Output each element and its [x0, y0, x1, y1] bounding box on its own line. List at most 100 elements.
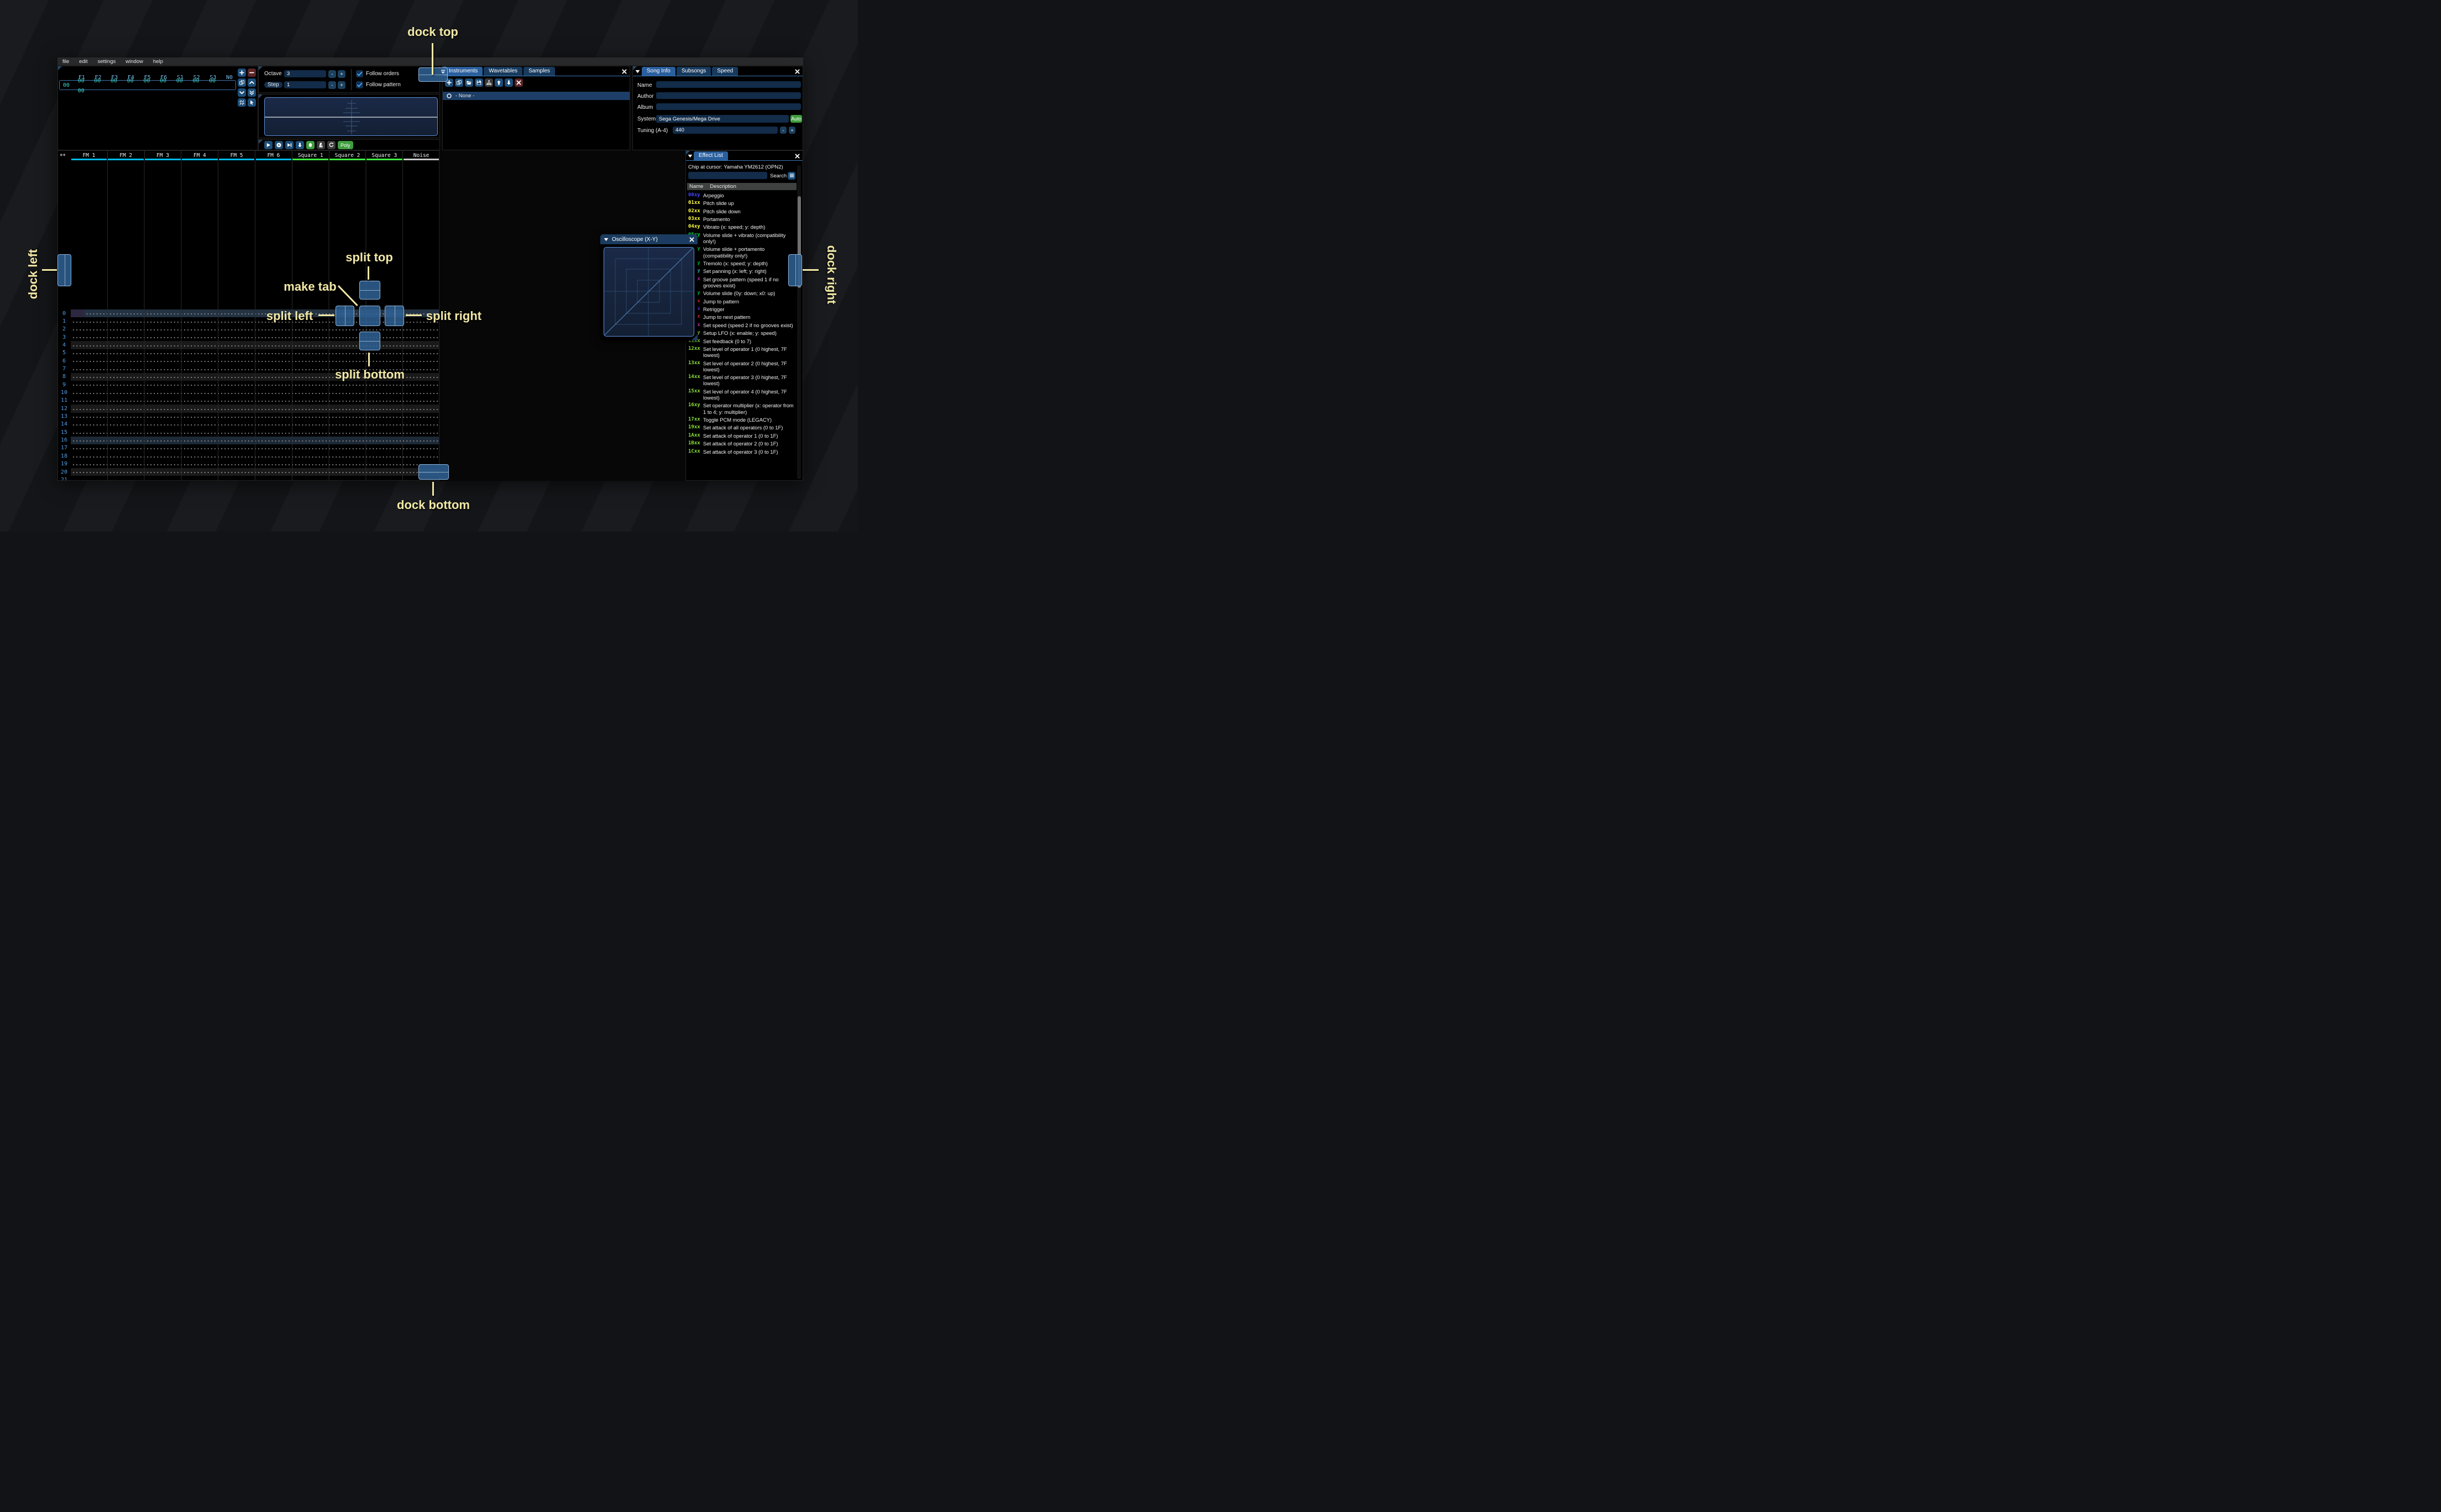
effect-row-00xy[interactable]: 00xy Arpeggio — [686, 191, 798, 199]
effect-row-13xx[interactable]: 13xx Set level of operator 2 (0 highest, … — [686, 359, 798, 374]
channel-header-square-3[interactable]: Square 3 — [366, 151, 404, 159]
close-icon[interactable] — [794, 153, 800, 159]
tab-speed[interactable]: Speed — [712, 67, 738, 76]
tab-wavetables[interactable]: Wavetables — [484, 67, 523, 76]
name-field[interactable] — [656, 81, 801, 88]
close-icon[interactable] — [689, 237, 695, 243]
dock-target-right[interactable] — [788, 254, 802, 286]
channel-header-fm-1[interactable]: FM 1 — [71, 151, 108, 159]
pattern-row-6[interactable] — [71, 357, 439, 365]
pattern-row-3[interactable] — [71, 333, 439, 342]
effect-row-07xy[interactable]: 07xyTremolo (x: speed; y: depth) — [686, 259, 798, 267]
octave-decrease-button[interactable]: - — [328, 70, 336, 78]
tuning-decrease-button[interactable]: - — [780, 127, 787, 134]
resize-grip[interactable] — [692, 334, 698, 340]
pattern-row-13[interactable] — [71, 412, 439, 421]
pattern-row-11[interactable] — [71, 396, 439, 405]
channel-header-square-2[interactable]: Square 2 — [329, 151, 366, 159]
split-target-top[interactable] — [359, 281, 380, 300]
menu-edit[interactable]: edit — [74, 59, 92, 65]
instrument-list-item[interactable]: - None - — [443, 92, 630, 100]
order-cell[interactable]: 00 — [89, 78, 106, 84]
save-instrument-button[interactable] — [475, 78, 483, 87]
metronome-button[interactable] — [317, 141, 325, 149]
album-field[interactable] — [656, 103, 801, 110]
effect-row-14xx[interactable]: 14xx Set level of operator 3 (0 highest, … — [686, 373, 798, 387]
add-channel-button[interactable]: ++ — [60, 153, 66, 158]
channel-header-fm-5[interactable]: FM 5 — [218, 151, 255, 159]
split-target-right[interactable] — [385, 306, 404, 326]
split-target-left[interactable] — [336, 306, 354, 326]
open-instrument-button[interactable] — [465, 78, 473, 87]
order-cell[interactable]: 00 — [106, 78, 122, 84]
move-instrument-down-button[interactable] — [505, 78, 513, 87]
order-cell[interactable]: 00 — [204, 78, 221, 84]
order-cell[interactable]: 00 — [139, 78, 155, 84]
pattern-row-4[interactable] — [71, 341, 439, 349]
step-increase-button[interactable]: + — [338, 81, 345, 89]
pattern-row-15[interactable] — [71, 428, 439, 437]
effect-row-19xx[interactable]: 19xx Set attack of all operators (0 to 1F… — [686, 424, 798, 432]
dock-target-left[interactable] — [57, 254, 71, 286]
pattern-row-17[interactable] — [71, 444, 439, 453]
poly-button[interactable]: Poly — [338, 141, 353, 149]
effect-list-scrollbar[interactable] — [797, 165, 801, 479]
pattern-row-5[interactable] — [71, 349, 439, 358]
pattern-row-1[interactable] — [71, 317, 439, 326]
effect-row-11xx[interactable]: 11xx Set feedback (0 to 7) — [686, 337, 798, 345]
channel-header-fm-6[interactable]: FM 6 — [255, 151, 292, 159]
tab-samples[interactable]: Samples — [523, 67, 556, 76]
effect-row-1Axx[interactable]: 1Axx Set attack of operator 1 (0 to 1F) — [686, 432, 798, 439]
step-field[interactable]: 1 — [284, 81, 326, 88]
effect-row-16xy[interactable]: 16xy Set operator multiplier (x: operator… — [686, 402, 798, 416]
channel-header-fm-4[interactable]: FM 4 — [181, 151, 219, 159]
collapse-icon[interactable] — [603, 237, 609, 243]
effect-list-menu-button[interactable] — [788, 171, 795, 180]
menu-file[interactable]: file — [57, 59, 74, 65]
menu-help[interactable]: help — [148, 59, 168, 65]
delete-instrument-button[interactable] — [515, 78, 523, 87]
channel-header-fm-3[interactable]: FM 3 — [145, 151, 182, 159]
tab-subsongs[interactable]: Subsongs — [676, 67, 711, 76]
octave-field[interactable]: 3 — [284, 70, 326, 77]
tab-song-info[interactable]: Song Info — [642, 67, 675, 76]
collapse-icon[interactable] — [687, 153, 693, 159]
effect-row-01xx[interactable]: 01xx Pitch slide up — [686, 199, 798, 207]
step-one-row-button[interactable] — [296, 141, 304, 149]
pattern-row-2[interactable] — [71, 325, 439, 334]
order-cell[interactable]: 00 — [171, 78, 188, 84]
order-cell[interactable]: 00 — [155, 78, 171, 84]
effect-row-05xy[interactable]: 05xyVolume slide + vibrato (compatibilit… — [686, 231, 798, 245]
move-order-up-button[interactable] — [248, 78, 256, 87]
auto-system-button[interactable]: Auto — [790, 115, 802, 123]
duplicate-order-end-button[interactable] — [248, 88, 256, 97]
order-edit-mode-button[interactable] — [248, 98, 256, 107]
record-button[interactable] — [306, 141, 315, 149]
order-cell[interactable]: 00 — [188, 78, 205, 84]
effect-row-12xx[interactable]: 12xx Set level of operator 1 (0 highest, … — [686, 345, 798, 359]
effect-row-1Cxx[interactable]: 1Cxx Set attack of operator 3 (0 to 1F) — [686, 448, 798, 455]
duplicate-order-button[interactable] — [238, 78, 246, 87]
repeat-pattern-button[interactable] — [327, 141, 336, 149]
effect-row-02xx[interactable]: 02xx Pitch slide down — [686, 207, 798, 215]
pattern-row-18[interactable] — [71, 452, 439, 460]
order-cell[interactable]: 00 — [73, 88, 90, 94]
pattern-cursor-cell[interactable] — [71, 309, 85, 318]
effect-row-0Fxx[interactable]: 0FxxSet speed (speed 2 if no grooves exi… — [686, 321, 798, 329]
effect-row-09xx[interactable]: 09xxSet groove pattern (speed 1 if no gr… — [686, 275, 798, 290]
order-cell[interactable]: 00 — [73, 78, 90, 84]
channel-header-square-1[interactable]: Square 1 — [292, 151, 329, 159]
menu-window[interactable]: window — [121, 59, 148, 65]
play-pattern-button[interactable] — [275, 141, 283, 149]
dock-menu-icon[interactable] — [440, 69, 446, 75]
close-icon[interactable] — [794, 68, 800, 75]
pattern-row-12[interactable] — [71, 405, 439, 413]
channel-header-fm-2[interactable]: FM 2 — [108, 151, 145, 159]
deep-clone-order-button[interactable] — [238, 98, 246, 107]
effect-row-03xx[interactable]: 03xx Portamento — [686, 215, 798, 223]
follow-pattern-checkbox[interactable] — [356, 81, 363, 88]
effect-row-0Dxx[interactable]: 0DxxJump to next pattern — [686, 313, 798, 321]
tuning-increase-button[interactable]: + — [789, 127, 795, 134]
duplicate-instrument-button[interactable] — [455, 78, 463, 87]
make-tab-target[interactable] — [359, 306, 380, 326]
